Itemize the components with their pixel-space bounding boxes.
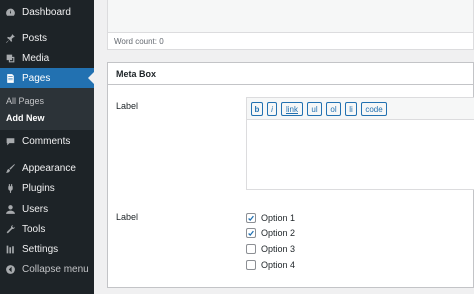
link-button[interactable]: link bbox=[281, 102, 303, 116]
submenu-item-add-new[interactable]: Add New bbox=[6, 113, 45, 123]
sidebar-item-appearance[interactable]: Appearance bbox=[0, 158, 94, 178]
sidebar-item-label: Settings bbox=[22, 243, 59, 255]
collapse-menu-button[interactable]: Collapse menu bbox=[0, 259, 94, 279]
collapse-menu-label: Collapse menu bbox=[22, 263, 89, 275]
dashboard-icon bbox=[4, 6, 16, 18]
checkbox[interactable] bbox=[246, 228, 256, 238]
checkbox-option-4[interactable]: Option 4 bbox=[246, 259, 295, 271]
quicktags-editor: b i link ul ol li code bbox=[246, 97, 474, 190]
sidebar-item-comments[interactable]: Comments bbox=[0, 131, 94, 151]
comment-icon bbox=[4, 135, 16, 147]
content-textarea[interactable] bbox=[247, 121, 474, 189]
media-icon bbox=[4, 52, 16, 64]
checkmark-icon bbox=[248, 230, 254, 236]
checkbox[interactable] bbox=[246, 260, 256, 270]
field-label: Label bbox=[116, 101, 139, 111]
sidebar-item-plugins[interactable]: Plugins bbox=[0, 178, 94, 198]
sidebar-item-label: Pages bbox=[22, 72, 51, 84]
brush-icon bbox=[4, 162, 16, 174]
submenu-item-all-pages[interactable]: All Pages bbox=[6, 96, 44, 106]
pin-icon bbox=[4, 32, 16, 44]
sidebar-item-users[interactable]: Users bbox=[0, 199, 94, 219]
option-label: Option 1 bbox=[261, 213, 296, 223]
sidebar-item-label: Plugins bbox=[22, 182, 55, 194]
plug-icon bbox=[4, 182, 16, 194]
meta-box: Meta Box Label b i link ul ol li code La… bbox=[107, 62, 474, 288]
sidebar-item-pages[interactable]: Pages bbox=[0, 68, 94, 88]
sidebar-item-tools[interactable]: Tools bbox=[0, 219, 94, 239]
code-button[interactable]: code bbox=[361, 102, 387, 116]
sidebar-item-posts[interactable]: Posts bbox=[0, 28, 94, 48]
pages-icon bbox=[4, 72, 16, 84]
sidebar-item-dashboard[interactable]: Dashboard bbox=[0, 2, 94, 22]
sidebar-item-label: Appearance bbox=[22, 162, 76, 174]
quicktags-toolbar: b i link ul ol li code bbox=[247, 98, 474, 120]
word-count: Word count: 0 bbox=[114, 37, 164, 46]
sidebar-item-label: Dashboard bbox=[22, 6, 71, 18]
option-label: Option 2 bbox=[261, 228, 296, 238]
sidebar-item-label: Comments bbox=[22, 135, 71, 147]
sidebar-item-media[interactable]: Media bbox=[0, 48, 94, 68]
user-icon bbox=[4, 203, 16, 215]
checkbox-option-2[interactable]: Option 2 bbox=[246, 227, 295, 239]
pages-submenu: All Pages Add New bbox=[0, 88, 94, 130]
option-label: Option 4 bbox=[261, 260, 296, 270]
checkbox-option-3[interactable]: Option 3 bbox=[246, 243, 295, 255]
checkbox[interactable] bbox=[246, 244, 256, 254]
editor-body[interactable] bbox=[108, 0, 473, 33]
post-editor: Word count: 0 bbox=[107, 0, 474, 50]
main-content: Word count: 0 Meta Box Label b i link ul… bbox=[94, 0, 474, 294]
meta-box-title: Meta Box bbox=[116, 69, 157, 79]
ol-button[interactable]: ol bbox=[326, 102, 341, 116]
checkmark-icon bbox=[248, 215, 254, 221]
checkbox[interactable] bbox=[246, 213, 256, 223]
admin-sidebar: Dashboard Posts Media Pages All Pages Ad… bbox=[0, 0, 94, 294]
ul-button[interactable]: ul bbox=[307, 102, 322, 116]
checkbox-option-1[interactable]: Option 1 bbox=[246, 212, 295, 224]
sidebar-item-label: Users bbox=[22, 203, 49, 215]
option-label: Option 3 bbox=[261, 244, 296, 254]
sidebar-item-settings[interactable]: Settings bbox=[0, 239, 94, 259]
li-button[interactable]: li bbox=[345, 102, 357, 116]
meta-box-header[interactable]: Meta Box bbox=[108, 63, 473, 85]
sidebar-item-label: Posts bbox=[22, 32, 48, 44]
bold-button[interactable]: b bbox=[251, 102, 263, 116]
sidebar-item-label: Tools bbox=[22, 223, 46, 235]
field-label: Label bbox=[116, 212, 139, 222]
wrench-icon bbox=[4, 223, 16, 235]
sidebar-item-label: Media bbox=[22, 52, 50, 64]
settings-icon bbox=[4, 243, 16, 255]
italic-button[interactable]: i bbox=[267, 102, 277, 116]
collapse-icon bbox=[4, 263, 16, 275]
